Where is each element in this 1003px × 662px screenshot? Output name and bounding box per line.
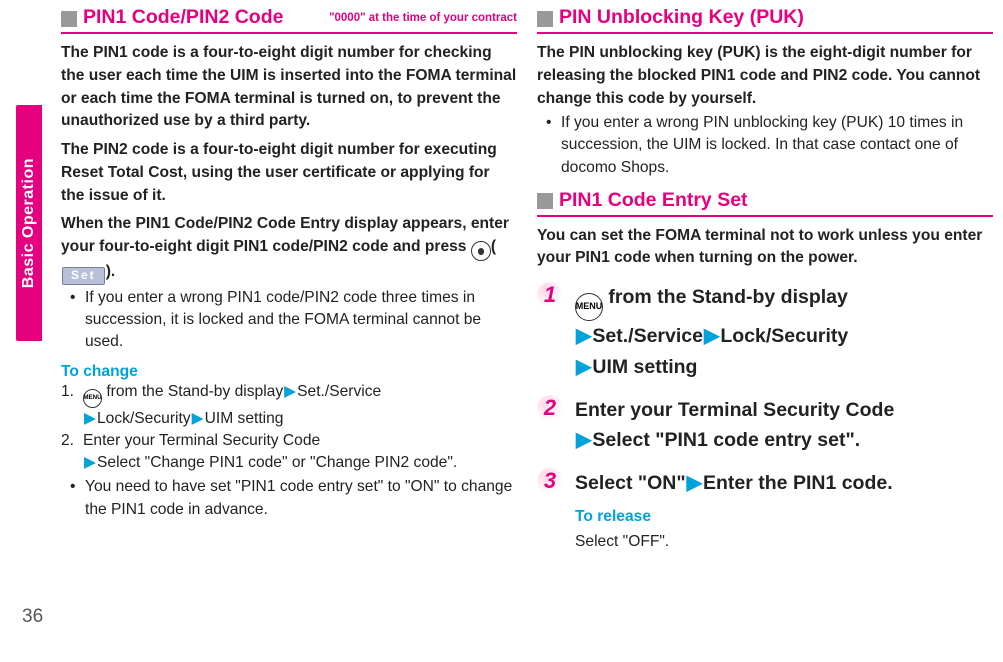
square-bullet-icon	[537, 193, 553, 209]
c2-a: Enter your Terminal Security Code	[83, 432, 320, 449]
step-badge-3: 3	[537, 468, 563, 494]
page-number: 36	[22, 606, 43, 628]
c1-d: UIM setting	[205, 410, 284, 427]
arrow-icon: ▶	[576, 325, 591, 347]
s3-b: Enter the PIN1 code.	[703, 472, 893, 494]
square-bullet-icon	[61, 11, 77, 27]
arrow-icon: ▶	[576, 429, 591, 451]
release-head: To release	[575, 505, 893, 529]
set-chip: Set	[62, 267, 105, 285]
c1-a: from the Stand-by display	[102, 383, 283, 400]
para-entry-desc: When the PIN1 Code/PIN2 Code Entry displ…	[61, 213, 517, 284]
sidebar-label: Basic Operation	[20, 158, 38, 288]
step-3-body: Select "ON"▶Enter the PIN1 code. To rele…	[575, 468, 893, 553]
s3-a: Select "ON"	[575, 472, 686, 494]
arrow-icon: ▶	[576, 356, 591, 378]
column-right: PIN Unblocking Key (PUK) The PIN unblock…	[537, 6, 993, 662]
step-2-body: Enter your Terminal Security Code ▶Selec…	[575, 395, 894, 456]
bullet-need-on: You need to have set "PIN1 code entry se…	[61, 476, 517, 520]
bullet-list: If you enter a wrong PIN1 code/PIN2 code…	[61, 287, 517, 353]
menu-icon: MENU	[83, 389, 102, 408]
para-pin2-desc: The PIN2 code is a four-to-eight digit n…	[61, 139, 517, 207]
s2-b: Select "PIN1 code entry set".	[592, 429, 860, 451]
step-1-body: MENU from the Stand-by display ▶Set./Ser…	[575, 282, 848, 383]
bullet-list-puk: If you enter a wrong PIN unblocking key …	[537, 112, 993, 178]
sidebar-tab: Basic Operation	[16, 105, 42, 341]
square-bullet-icon	[537, 11, 553, 27]
section-heading-pin-codes: PIN1 Code/PIN2 Code "0000" at the time o…	[61, 6, 517, 34]
section-heading-entry-set: PIN1 Code Entry Set	[537, 189, 993, 217]
num-2-label: 2.	[61, 430, 74, 452]
heading-puk: PIN Unblocking Key (PUK)	[559, 6, 804, 29]
s2-a: Enter your Terminal Security Code	[575, 399, 894, 421]
heading-note: "0000" at the time of your contract	[329, 12, 517, 24]
s1-d: UIM setting	[592, 356, 697, 378]
arrow-icon: ▶	[84, 410, 96, 427]
step-3: 3 Select "ON"▶Enter the PIN1 code. To re…	[537, 468, 993, 553]
change-step-1: 1. MENU from the Stand-by display▶Set./S…	[61, 381, 517, 430]
bullet-wrong-code: If you enter a wrong PIN1 code/PIN2 code…	[61, 287, 517, 353]
bullet-puk-wrong: If you enter a wrong PIN unblocking key …	[537, 112, 993, 178]
main-content: PIN1 Code/PIN2 Code "0000" at the time o…	[55, 0, 1003, 662]
c2-b: Select "Change PIN1 code" or "Change PIN…	[97, 454, 457, 471]
page: Basic Operation 36 PIN1 Code/PIN2 Code "…	[0, 0, 1003, 662]
s1-b: Set./Service	[592, 325, 703, 347]
sidebar: Basic Operation 36	[0, 0, 55, 662]
step-1: 1 MENU from the Stand-by display ▶Set./S…	[537, 282, 993, 383]
arrow-icon: ▶	[687, 472, 702, 494]
release-body: Select "OFF".	[575, 530, 893, 554]
heading-entry-set: PIN1 Code Entry Set	[559, 189, 748, 212]
subhead-to-change: To change	[61, 363, 517, 381]
s1-a: from the Stand-by display	[603, 286, 848, 308]
section-heading-puk: PIN Unblocking Key (PUK)	[537, 6, 993, 34]
heading-title: PIN1 Code/PIN2 Code	[83, 6, 283, 29]
arrow-icon: ▶	[192, 410, 204, 427]
arrow-icon: ▶	[284, 383, 296, 400]
s1-c: Lock/Security	[720, 325, 848, 347]
change-step-2: 2. Enter your Terminal Security Code ▶Se…	[61, 430, 517, 474]
step-2: 2 Enter your Terminal Security Code ▶Sel…	[537, 395, 993, 456]
para-entry-set-desc: You can set the FOMA terminal not to wor…	[537, 225, 993, 271]
para-puk-desc: The PIN unblocking key (PUK) is the eigh…	[537, 42, 993, 110]
bullet-list-2: You need to have set "PIN1 code entry se…	[61, 476, 517, 520]
center-button-icon	[471, 241, 491, 261]
num-1-label: 1.	[61, 381, 74, 403]
menu-icon: MENU	[575, 293, 603, 321]
para-pin1-desc: The PIN1 code is a four-to-eight digit n…	[61, 42, 517, 133]
arrow-icon: ▶	[84, 454, 96, 471]
column-left: PIN1 Code/PIN2 Code "0000" at the time o…	[61, 6, 517, 662]
arrow-icon: ▶	[704, 325, 719, 347]
c1-c: Lock/Security	[97, 410, 191, 427]
step-badge-1: 1	[537, 282, 563, 308]
entry-text-b: ).	[106, 263, 116, 280]
step-badge-2: 2	[537, 395, 563, 421]
c1-b: Set./Service	[297, 383, 381, 400]
entry-text-a: When the PIN1 Code/PIN2 Code Entry displ…	[61, 215, 509, 255]
